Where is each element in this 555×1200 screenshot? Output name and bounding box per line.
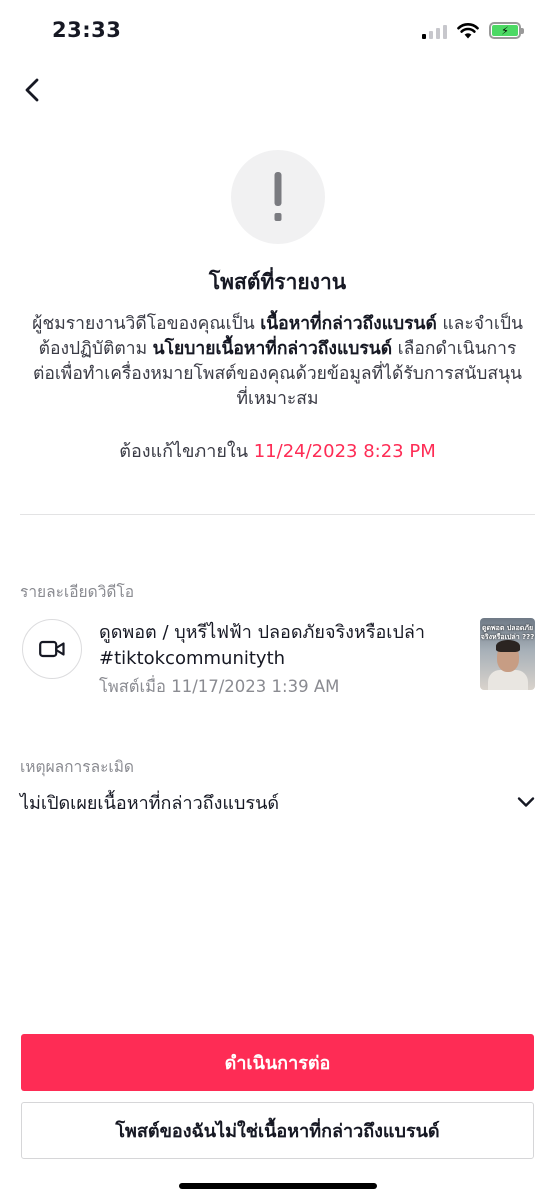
video-title: ดูดพอต / บุหรีไฟฟ้า ปลอดภัยจริงหรือเปล่า… [99,622,426,669]
status-icons: ⚡ [422,22,524,39]
wifi-icon [457,22,479,38]
thumbnail-caption: ดูดพอต ปลอดภัย จริงหรือเปล่า ??? [480,624,535,641]
violation-reason-dropdown[interactable]: ไม่เปิดเผยเนื้อหาที่กล่าวถึงแบรนด์ [20,786,535,818]
violation-reason-label: เหตุผลการละเมิด [20,758,134,776]
status-bar: 23:33 ⚡ [0,0,555,62]
video-posted-date: โพสต์เมื่อ 11/17/2023 1:39 AM [99,677,340,696]
violation-reason-text: ไม่เปิดเผยเนื้อหาที่กล่าวถึงแบรนด์ [20,792,280,814]
desc-text-1: ผู้ชมรายงานวิดีโอของคุณเป็น [32,314,261,334]
continue-button[interactable]: ดำเนินการต่อ [21,1034,534,1091]
home-indicator[interactable] [179,1183,377,1189]
thumbnail-person-body [488,670,528,690]
deadline-label: ต้องแก้ไขภายใน [119,441,254,462]
branded-content-term: เนื้อหาที่กล่าวถึงแบรนด์ [260,314,437,334]
page-title: โพสต์ที่รายงาน [208,270,347,294]
notice-description: ผู้ชมรายงานวิดีโอของคุณเป็น เนื้อหาที่กล… [28,312,527,412]
warning-badge [231,150,325,244]
cellular-signal-icon [422,23,447,39]
battery-charging-icon: ⚡ [489,22,524,39]
exclamation-icon [274,172,282,221]
branded-content-policy-link[interactable]: นโยบายเนื้อหาที่กล่าวถึงแบรนด์ [153,339,392,359]
back-button[interactable] [14,72,50,108]
not-branded-content-button[interactable]: โพสต์ของฉันไม่ใช่เนื้อหาที่กล่าวถึงแบรนด… [21,1102,534,1159]
chevron-left-icon [25,78,39,102]
video-camera-icon [39,640,65,658]
video-icon-circle [22,619,82,679]
video-thumbnail[interactable]: ดูดพอต ปลอดภัย จริงหรือเปล่า ??? [480,618,535,690]
deadline: ต้องแก้ไขภายใน 11/24/2023 8:23 PM [0,436,555,465]
divider [20,514,535,515]
video-details-label: รายละเอียดวิดีโอ [20,583,135,601]
chevron-down-icon [517,797,535,807]
status-time: 23:33 [52,18,122,42]
deadline-date: 11/24/2023 8:23 PM [253,441,436,462]
